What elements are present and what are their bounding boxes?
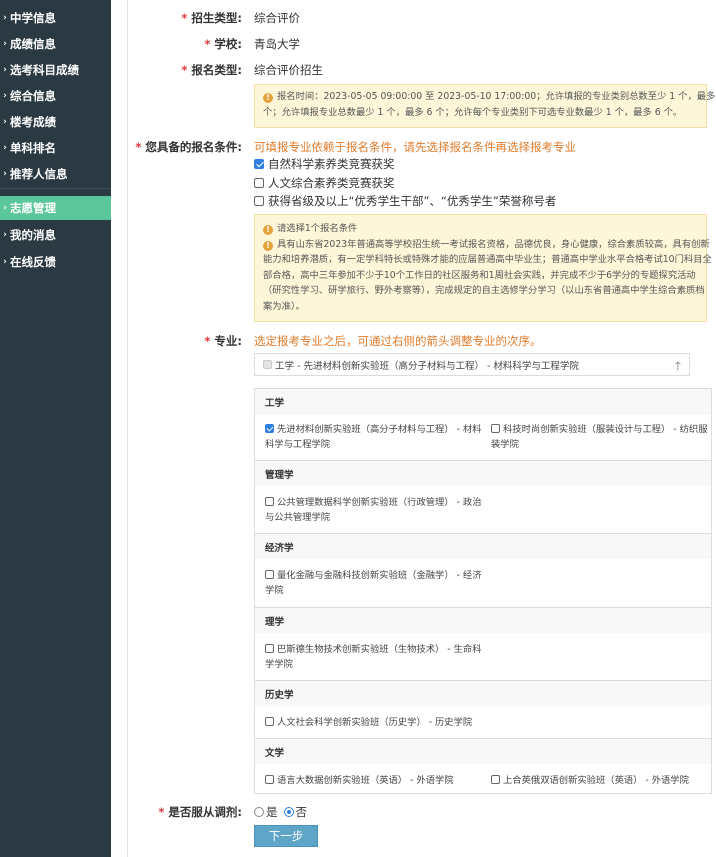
condition-option[interactable]: 自然科学素养类竞赛获奖 bbox=[254, 156, 395, 172]
adjust-label: * 是否服从调剂: bbox=[158, 805, 242, 819]
notice-line: 请选择1个报名条件 bbox=[277, 223, 358, 234]
sidebar-item-label: 成绩信息 bbox=[10, 37, 56, 51]
category-header: 管理学 bbox=[255, 460, 711, 486]
major-selection-panel: 工学 先进材料创新实验班（高分子材料与工程） - 材料 科学与工程学院 科技时尚创… bbox=[254, 388, 712, 794]
chevron-right-icon: › bbox=[3, 143, 7, 153]
sidebar-item-applications[interactable]: › 志愿管理 bbox=[0, 196, 111, 220]
checkbox[interactable] bbox=[491, 424, 500, 433]
notice-line: （研究性学习、研学旅行、野外考察等），完成规定的自主选修学分学习（以山东省普通高… bbox=[263, 285, 705, 296]
sidebar-divider bbox=[0, 188, 111, 189]
checkbox[interactable] bbox=[265, 424, 274, 433]
condition-option[interactable]: 获得省级及以上“优秀学生干部”、“优秀学生”荣誉称号者 bbox=[254, 193, 556, 209]
major-option[interactable]: 公共管理数据科学创新实验班（行政管理） - 政治 与公共管理学院 bbox=[265, 495, 487, 525]
checkbox[interactable] bbox=[265, 570, 274, 579]
major-option[interactable]: 巴斯德生物技术创新实验班（生物技术） - 生命科 学学院 bbox=[265, 642, 487, 672]
major-option[interactable]: 量化金融与金融科技创新实验班（金融学） - 经济 学院 bbox=[265, 568, 487, 598]
category-header: 文学 bbox=[255, 738, 711, 764]
chevron-right-icon: › bbox=[3, 230, 7, 240]
conditions-hint: 可填报专业依赖于报名条件，请先选择报名条件再选择报考专业 bbox=[254, 140, 576, 154]
category-header: 工学 bbox=[255, 389, 711, 415]
info-icon: ! bbox=[263, 93, 273, 103]
notice-line: 能力和培养潜质，有一定学科特长或特殊才能的应届普通高中毕业生；普通高中学业水平合… bbox=[263, 254, 712, 265]
arrow-up-icon[interactable]: 🡑 bbox=[675, 357, 681, 378]
checkbox[interactable] bbox=[265, 644, 274, 653]
major-option[interactable]: 上合英俄双语创新实验班（英语） - 外语学院 bbox=[491, 773, 711, 788]
chevron-right-icon: › bbox=[3, 117, 7, 127]
category-header: 理学 bbox=[255, 607, 711, 633]
admission-type-value: 综合评价 bbox=[254, 11, 300, 25]
admission-type-label: * 招生类型: bbox=[181, 11, 242, 25]
category-header: 经济学 bbox=[255, 533, 711, 559]
condition-option[interactable]: 人文综合素养类竞赛获奖 bbox=[254, 175, 395, 191]
chevron-right-icon: › bbox=[3, 203, 7, 213]
checkbox[interactable] bbox=[254, 178, 264, 188]
notice-line: 具有山东省2023年普通高等学校招生统一考试报名资格，品德优良，身心健康，综合素… bbox=[277, 238, 710, 250]
sidebar-item-school-info[interactable]: › 中学信息 bbox=[0, 6, 111, 30]
school-label: * 学校: bbox=[204, 37, 242, 51]
sidebar-item-label: 综合信息 bbox=[10, 89, 56, 103]
sidebar-item-label: 中学信息 bbox=[10, 11, 56, 25]
major-label: * 专业: bbox=[204, 334, 242, 348]
checkbox[interactable] bbox=[491, 775, 500, 784]
sidebar-item-subject-ranking[interactable]: › 单科排名 bbox=[0, 136, 111, 160]
info-icon: ! bbox=[263, 240, 273, 251]
adjust-radio-group: 是 否 bbox=[254, 804, 307, 820]
selected-major-item: 工学 - 先进材料创新实验班（高分子材料与工程） - 材料科学与工程学院 bbox=[275, 360, 579, 372]
category-header: 历史学 bbox=[255, 680, 711, 706]
sidebar-item-label: 志愿管理 bbox=[10, 201, 56, 215]
next-button[interactable]: 下一步 bbox=[254, 825, 318, 847]
conditions-label: * 您具备的报名条件: bbox=[135, 140, 242, 154]
major-option[interactable]: 先进材料创新实验班（高分子材料与工程） - 材料 科学与工程学院 bbox=[265, 422, 487, 452]
notice-line: 案为准）。 bbox=[263, 300, 305, 312]
chevron-right-icon: › bbox=[3, 91, 7, 101]
sidebar-item-label: 单科排名 bbox=[10, 141, 56, 155]
notice-line: 个；允许填报专业总数最少 1 个，最多 6 个；允许每个专业类别下可选专业数最少… bbox=[263, 106, 683, 118]
sidebar-item-label: 推荐人信息 bbox=[10, 167, 68, 181]
content-divider bbox=[127, 0, 128, 857]
application-time-notice: ! 报名时间：2023-05-05 09:00:00 至 2023-05-10 1… bbox=[254, 84, 716, 128]
sidebar-item-label: 我的消息 bbox=[10, 228, 56, 242]
adjust-no-label[interactable]: 否 bbox=[296, 804, 308, 820]
checkbox[interactable] bbox=[265, 497, 274, 506]
school-value: 青岛大学 bbox=[254, 37, 300, 51]
sidebar-item-exam-scores[interactable]: › 楼考成绩 bbox=[0, 110, 111, 134]
sidebar-item-label: 在线反馈 bbox=[10, 255, 56, 269]
adjust-yes-radio[interactable] bbox=[254, 807, 264, 817]
sidebar-item-scores[interactable]: › 成绩信息 bbox=[0, 32, 111, 56]
checkbox[interactable] bbox=[254, 196, 264, 206]
checkbox[interactable] bbox=[263, 360, 272, 369]
sidebar-item-recommender[interactable]: › 推荐人信息 bbox=[0, 162, 111, 186]
sidebar: › 中学信息 › 成绩信息 › 选考科目成绩 › 综合信息 › 楼考成绩 › 单科排名 › 推… bbox=[0, 0, 111, 857]
conditions-notice: ! 请选择1个报名条件 ! 具有山东省2023年普通高等学校招生统一考试报名资格，品… bbox=[254, 214, 712, 322]
notice-line: 部合格，高中三年参加不少于10个工作日的社区服务和1周社会实践，并完成不少于6学… bbox=[263, 269, 696, 281]
chevron-right-icon: › bbox=[3, 39, 7, 49]
sidebar-item-label: 楼考成绩 bbox=[10, 115, 56, 129]
selected-majors-list: 工学 - 先进材料创新实验班（高分子材料与工程） - 材料科学与工程学院 🡑 bbox=[254, 353, 690, 376]
chevron-right-icon: › bbox=[3, 169, 7, 179]
checkbox[interactable] bbox=[265, 717, 274, 726]
sidebar-item-elective-scores[interactable]: › 选考科目成绩 bbox=[0, 58, 111, 82]
major-option[interactable]: 科技时尚创新实验班（服装设计与工程） - 纺织服 装学院 bbox=[491, 422, 711, 452]
sidebar-item-label: 选考科目成绩 bbox=[10, 63, 79, 77]
sidebar-item-messages[interactable]: › 我的消息 bbox=[0, 223, 111, 247]
chevron-right-icon: › bbox=[3, 257, 7, 267]
info-icon: ! bbox=[263, 225, 273, 235]
chevron-right-icon: › bbox=[3, 65, 7, 75]
sidebar-item-feedback[interactable]: › 在线反馈 bbox=[0, 250, 111, 274]
major-hint: 选定报考专业之后，可通过右侧的箭头调整专业的次序。 bbox=[254, 334, 542, 348]
adjust-yes-label[interactable]: 是 bbox=[266, 804, 278, 820]
apply-type-label: * 报名类型: bbox=[181, 63, 242, 77]
chevron-right-icon: › bbox=[3, 13, 7, 23]
checkbox[interactable] bbox=[265, 775, 274, 784]
sidebar-item-comprehensive-info[interactable]: › 综合信息 bbox=[0, 84, 111, 108]
major-option[interactable]: 语言大数据创新实验班（英语） - 外语学院 bbox=[265, 773, 491, 788]
adjust-no-radio[interactable] bbox=[283, 807, 294, 817]
notice-line: 报名时间：2023-05-05 09:00:00 至 2023-05-10 17… bbox=[277, 91, 716, 102]
apply-type-value: 综合评价招生 bbox=[254, 63, 323, 77]
major-option[interactable]: 人文社会科学创新实验班（历史学） - 历史学院 bbox=[265, 715, 505, 730]
checkbox[interactable] bbox=[254, 159, 264, 169]
